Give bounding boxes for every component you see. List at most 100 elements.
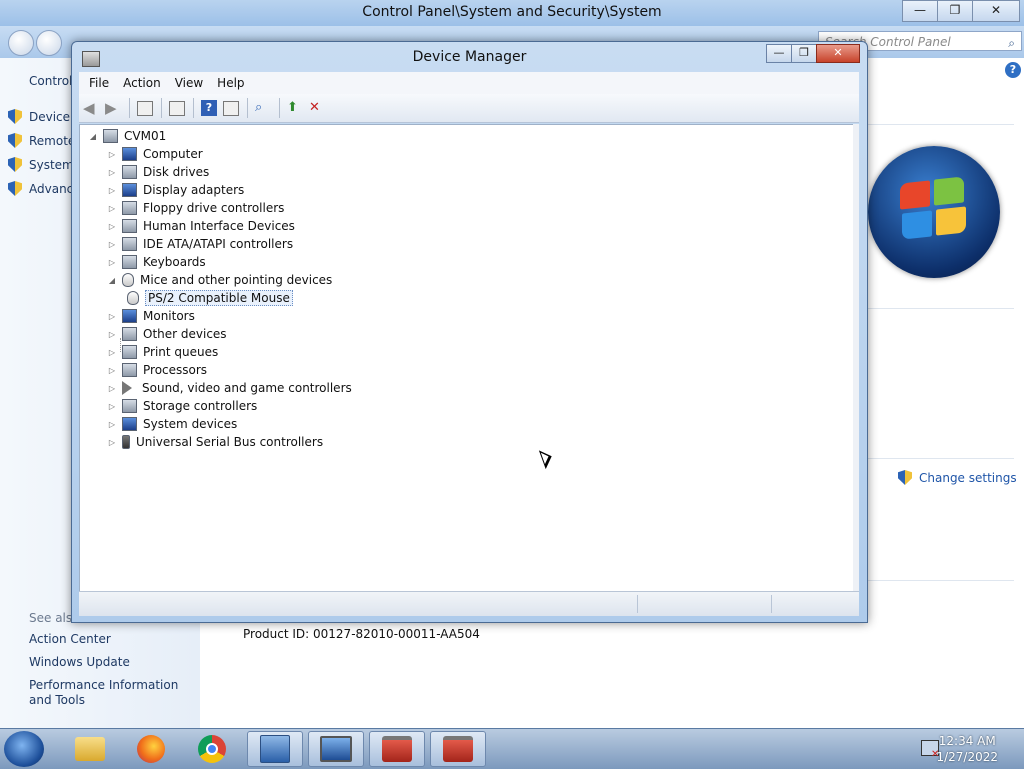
control-panel-titlebar[interactable]: Control Panel\System and Security\System… [0, 0, 1024, 26]
show-hide-console-tree-icon[interactable] [137, 101, 153, 116]
dm-minimize-button[interactable]: — [766, 44, 792, 63]
tree-item-mice[interactable]: ◢ Mice and other pointing devices [107, 271, 332, 289]
taskbar-computer[interactable] [308, 731, 364, 767]
divider [866, 458, 1014, 459]
tree-item-monitors[interactable]: ▷ Monitors [107, 307, 195, 325]
back-button[interactable] [8, 30, 34, 56]
minimize-button[interactable]: — [902, 0, 938, 22]
start-button[interactable] [4, 731, 44, 767]
control-panel-icon [260, 735, 290, 763]
firefox-icon [137, 735, 165, 763]
dm-maximize-button[interactable]: ❐ [791, 44, 817, 63]
help-icon[interactable]: ? [1005, 62, 1021, 78]
action-pane-icon[interactable] [223, 101, 239, 116]
tree-item-system-devices[interactable]: ▷ System devices [107, 415, 237, 433]
sidebar-item-remote[interactable]: Remote [8, 133, 75, 148]
close-button[interactable]: ✕ [972, 0, 1020, 22]
sidebar-heading[interactable]: Control [29, 74, 72, 88]
expand-icon[interactable]: ▷ [107, 168, 117, 177]
selected-device-label[interactable]: PS/2 Compatible Mouse [145, 290, 293, 306]
control-panel-title: Control Panel\System and Security\System [362, 4, 662, 20]
performance-info-link[interactable]: Performance Information and Tools [29, 678, 199, 708]
expand-icon[interactable]: ▷ [107, 150, 117, 159]
menu-help[interactable]: Help [217, 76, 244, 90]
mouse-icon [122, 273, 134, 287]
expand-icon[interactable]: ▷ [107, 222, 117, 231]
toolbar-separator [161, 98, 162, 118]
windows-update-link[interactable]: Windows Update [29, 655, 199, 670]
expand-icon[interactable]: ▷ [107, 402, 117, 411]
shield-icon [8, 157, 22, 172]
expand-icon[interactable]: ▷ [107, 204, 117, 213]
forward-arrow-icon[interactable]: ▶ [105, 100, 121, 116]
collapse-icon[interactable]: ◢ [107, 276, 117, 285]
tree-item-ps2-mouse[interactable]: PS/2 Compatible Mouse [127, 289, 293, 307]
help-icon[interactable]: ? [201, 100, 217, 116]
tree-item-other-devices[interactable]: ▷ Other devices [107, 325, 227, 343]
disk-drive-icon [122, 165, 137, 179]
printer-icon [122, 345, 137, 359]
tree-item-sound-video[interactable]: ▷ Sound, video and game controllers [107, 379, 352, 397]
taskbar-control-panel[interactable] [247, 731, 303, 767]
tree-item-floppy-controllers[interactable]: ▷ Floppy drive controllers [107, 199, 284, 217]
sidebar-item-system[interactable]: System [8, 157, 74, 172]
clock-date: 1/27/2022 [936, 750, 998, 764]
expand-icon[interactable]: ▷ [107, 330, 117, 339]
menu-bar: File Action View Help [79, 72, 859, 94]
taskbar-firefox[interactable] [123, 731, 179, 767]
action-center-link[interactable]: Action Center [29, 632, 199, 647]
taskbar: ✕ 12:34 AM 1/27/2022 [0, 728, 1024, 769]
tree-item-print-queues[interactable]: ▷ Print queues [107, 343, 218, 361]
taskbar-device-manager[interactable] [430, 731, 486, 767]
divider [866, 124, 1014, 125]
computer-icon [320, 736, 352, 762]
tree-item-processors[interactable]: ▷ Processors [107, 361, 207, 379]
expand-icon[interactable]: ▷ [107, 186, 117, 195]
expand-icon[interactable]: ▷ [107, 312, 117, 321]
scan-hardware-icon[interactable]: ⌕ [255, 100, 271, 116]
menu-file[interactable]: File [89, 76, 109, 90]
change-settings-link[interactable]: Change settings [898, 470, 1017, 485]
expand-icon[interactable]: ▷ [107, 240, 117, 249]
expand-icon[interactable]: ▷ [107, 384, 117, 393]
status-separator [637, 595, 638, 613]
dm-close-button[interactable]: ✕ [816, 44, 860, 63]
ide-controller-icon [122, 237, 137, 251]
restore-button[interactable]: ❐ [937, 0, 973, 22]
tree-item-storage-controllers[interactable]: ▷ Storage controllers [107, 397, 257, 415]
collapse-icon[interactable]: ◢ [88, 132, 98, 141]
root-label: CVM01 [124, 129, 167, 143]
update-driver-icon[interactable]: ⬆ [287, 100, 303, 116]
tree-item-disk-drives[interactable]: ▷ Disk drives [107, 163, 209, 181]
tree-item-display-adapters[interactable]: ▷ Display adapters [107, 181, 244, 199]
keyboard-icon [122, 255, 137, 269]
tree-item-ide-controllers[interactable]: ▷ IDE ATA/ATAPI controllers [107, 235, 293, 253]
expand-icon[interactable]: ▷ [107, 420, 117, 429]
tree-root[interactable]: ◢ CVM01 [88, 127, 166, 145]
menu-action[interactable]: Action [123, 76, 161, 90]
expand-icon[interactable]: ▷ [107, 366, 117, 375]
tree-item-usb-controllers[interactable]: ▷ Universal Serial Bus controllers [107, 433, 323, 451]
tree-item-hid[interactable]: ▷ Human Interface Devices [107, 217, 295, 235]
expand-icon[interactable]: ▷ [107, 348, 117, 357]
back-arrow-icon[interactable]: ◀ [83, 100, 99, 116]
taskbar-tool-1[interactable] [369, 731, 425, 767]
expand-icon[interactable]: ▷ [107, 438, 117, 447]
expand-icon[interactable]: ▷ [107, 258, 117, 267]
clock[interactable]: 12:34 AM 1/27/2022 [936, 733, 998, 765]
sidebar-item-advanced[interactable]: Advanc [8, 181, 73, 196]
system-device-icon [122, 417, 137, 431]
forward-button[interactable] [36, 30, 62, 56]
clock-time: 12:34 AM [938, 734, 996, 748]
menu-view[interactable]: View [175, 76, 203, 90]
taskbar-explorer[interactable] [62, 731, 118, 767]
taskbar-chrome[interactable] [184, 731, 240, 767]
tree-item-computer[interactable]: ▷ Computer [107, 145, 203, 163]
search-icon[interactable]: ⌕ [1008, 33, 1015, 53]
usb-icon [122, 435, 130, 449]
properties-icon[interactable] [169, 101, 185, 116]
tree-item-keyboards[interactable]: ▷ Keyboards [107, 253, 206, 271]
vertical-scrollbar[interactable] [853, 124, 859, 591]
storage-controller-icon [122, 399, 137, 413]
uninstall-device-icon[interactable]: ✕ [309, 100, 325, 116]
